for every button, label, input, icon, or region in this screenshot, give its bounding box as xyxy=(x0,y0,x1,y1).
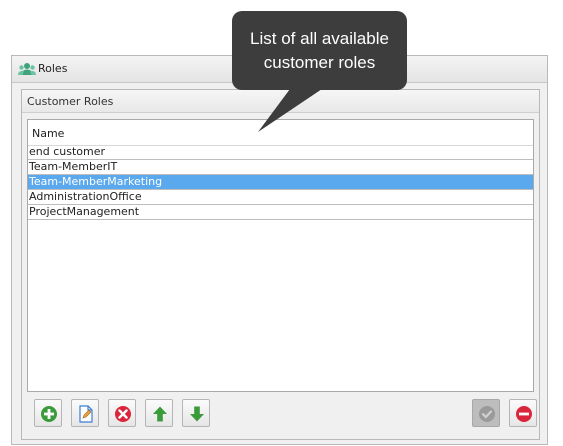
table-row[interactable]: ProjectManagement xyxy=(28,205,533,220)
minus-circle-icon xyxy=(516,406,532,422)
move-down-button[interactable] xyxy=(182,399,210,427)
column-header-name[interactable]: Name xyxy=(32,127,64,140)
group-header: Customer Roles xyxy=(22,90,539,113)
customer-roles-group: Customer Roles Name end customer Team-Me… xyxy=(21,89,540,440)
cancel-button[interactable] xyxy=(509,399,537,427)
add-button[interactable] xyxy=(34,399,62,427)
arrow-up-icon xyxy=(153,406,167,422)
plus-circle-icon xyxy=(41,406,57,422)
table-row-selected[interactable]: Team-MemberMarketing xyxy=(28,175,533,190)
grid-rows: end customer Team-MemberIT Team-MemberMa… xyxy=(28,145,533,220)
callout-line-2: customer roles xyxy=(263,53,376,72)
check-circle-icon xyxy=(479,406,495,422)
roles-window: Roles Customer Roles Name end customer T… xyxy=(11,55,548,445)
edit-button[interactable] xyxy=(71,399,99,427)
toolbar xyxy=(28,399,537,431)
callout-tooltip: List of all available customer roles xyxy=(232,11,407,90)
confirm-button[interactable] xyxy=(472,399,500,427)
arrow-down-icon xyxy=(190,406,204,422)
roles-grid[interactable]: Name end customer Team-MemberIT Team-Mem… xyxy=(27,119,534,392)
users-icon xyxy=(18,63,36,75)
table-row[interactable]: Team-MemberIT xyxy=(28,160,533,175)
table-row[interactable]: end customer xyxy=(28,145,533,160)
edit-document-icon xyxy=(79,405,93,423)
grid-header: Name xyxy=(28,120,533,146)
table-row[interactable]: AdministrationOffice xyxy=(28,190,533,205)
move-up-button[interactable] xyxy=(145,399,173,427)
window-title: Roles xyxy=(38,62,68,75)
x-circle-icon xyxy=(115,406,131,422)
delete-button[interactable] xyxy=(108,399,136,427)
callout-line-1: List of all available xyxy=(250,29,389,48)
group-title: Customer Roles xyxy=(27,95,114,108)
